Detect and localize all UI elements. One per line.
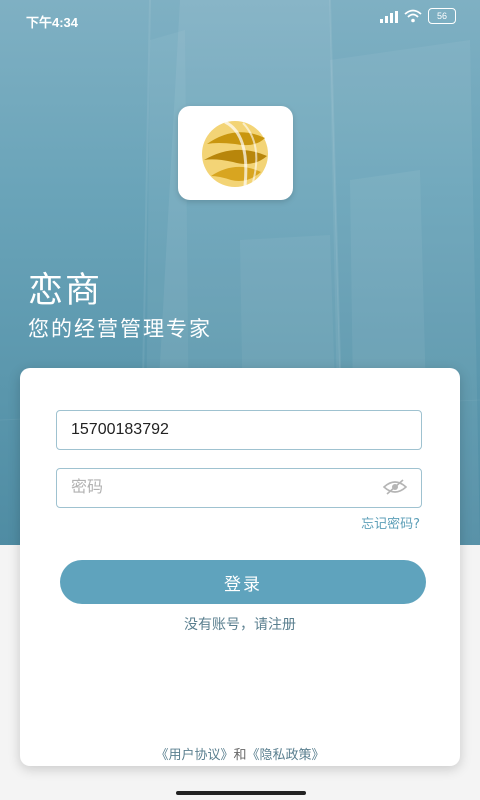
battery-icon: 56 [428,8,456,24]
agreement-footer: 《用户协议》和《隐私政策》 [20,744,460,763]
login-screen: 下午4:34 56 恋商 您的经营管理专家 15700183792 忘记密码? … [0,0,480,800]
login-card: 忘记密码? 登录 没有账号，请注册 《用户协议》和《隐私政策》 [20,368,460,766]
eye-hidden-icon[interactable] [383,479,407,495]
app-subtitle: 您的经营管理专家 [28,317,212,341]
home-indicator [176,791,306,795]
agreement-and-text: 和 [233,748,247,763]
wifi-icon [404,9,422,23]
phone-input[interactable] [71,411,371,449]
globe-logo-icon [202,120,268,187]
password-input[interactable] [71,469,371,507]
register-link[interactable]: 没有账号，请注册 [20,614,460,634]
phone-field [56,410,422,450]
password-field [56,468,422,508]
status-bar: 下午4:34 56 [0,0,480,36]
login-button[interactable]: 登录 [60,560,426,604]
privacy-policy-link[interactable]: 《隐私政策》 [247,748,325,763]
signal-icon [380,11,398,23]
user-agreement-link[interactable]: 《用户协议》 [155,748,233,763]
app-logo [178,106,293,200]
forgot-password-link[interactable]: 忘记密码? [361,513,420,532]
status-time: 下午4:34 [26,15,79,30]
app-title: 恋商 [28,271,103,311]
